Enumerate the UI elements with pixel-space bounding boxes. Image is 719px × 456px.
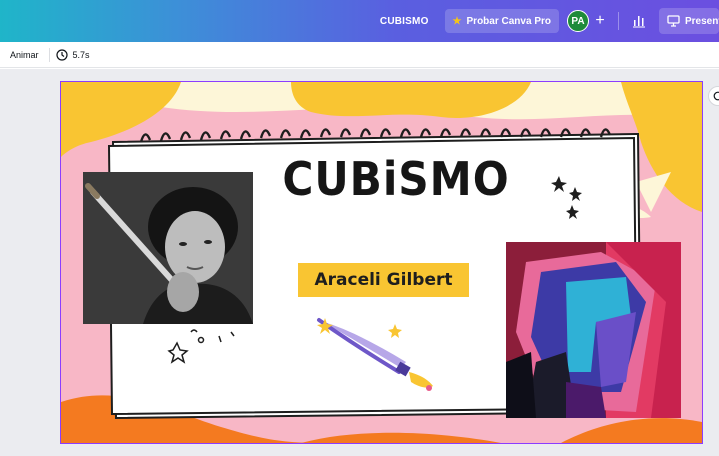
present-icon <box>667 15 680 27</box>
star-icon: ★ <box>452 15 462 27</box>
duration-button[interactable]: 5.7s <box>55 48 90 61</box>
comment-icon <box>713 91 719 101</box>
present-button[interactable]: Presentar <box>659 8 719 34</box>
avatar[interactable]: PA <box>567 10 589 32</box>
chart-icon <box>633 16 645 28</box>
divider <box>618 12 619 30</box>
divider <box>48 47 50 62</box>
author-name-label[interactable]: Araceli Gilbert <box>298 263 469 297</box>
editor-toolbar: Animar 5.7s <box>0 42 719 68</box>
try-pro-button[interactable]: ★ Probar Canva Pro <box>444 9 559 33</box>
document-title[interactable]: CUBISMO <box>380 16 429 27</box>
clock-icon <box>55 48 68 61</box>
slide-title[interactable]: CUBiSMO <box>272 152 520 206</box>
portrait-photo[interactable] <box>83 172 253 324</box>
insights-button[interactable] <box>627 9 651 33</box>
slide-canvas[interactable]: CUBiSMO Araceli Gilbert <box>60 81 703 444</box>
cubist-artwork[interactable] <box>506 242 681 418</box>
try-pro-label: Probar Canva Pro <box>466 15 551 27</box>
add-collaborator-button[interactable]: + <box>592 13 608 29</box>
animate-button[interactable]: Animar <box>10 50 39 60</box>
present-label: Presentar <box>685 15 719 27</box>
duration-label: 5.7s <box>72 49 90 60</box>
top-bar: CUBISMO ★ Probar Canva Pro PA + Presenta… <box>0 0 719 42</box>
